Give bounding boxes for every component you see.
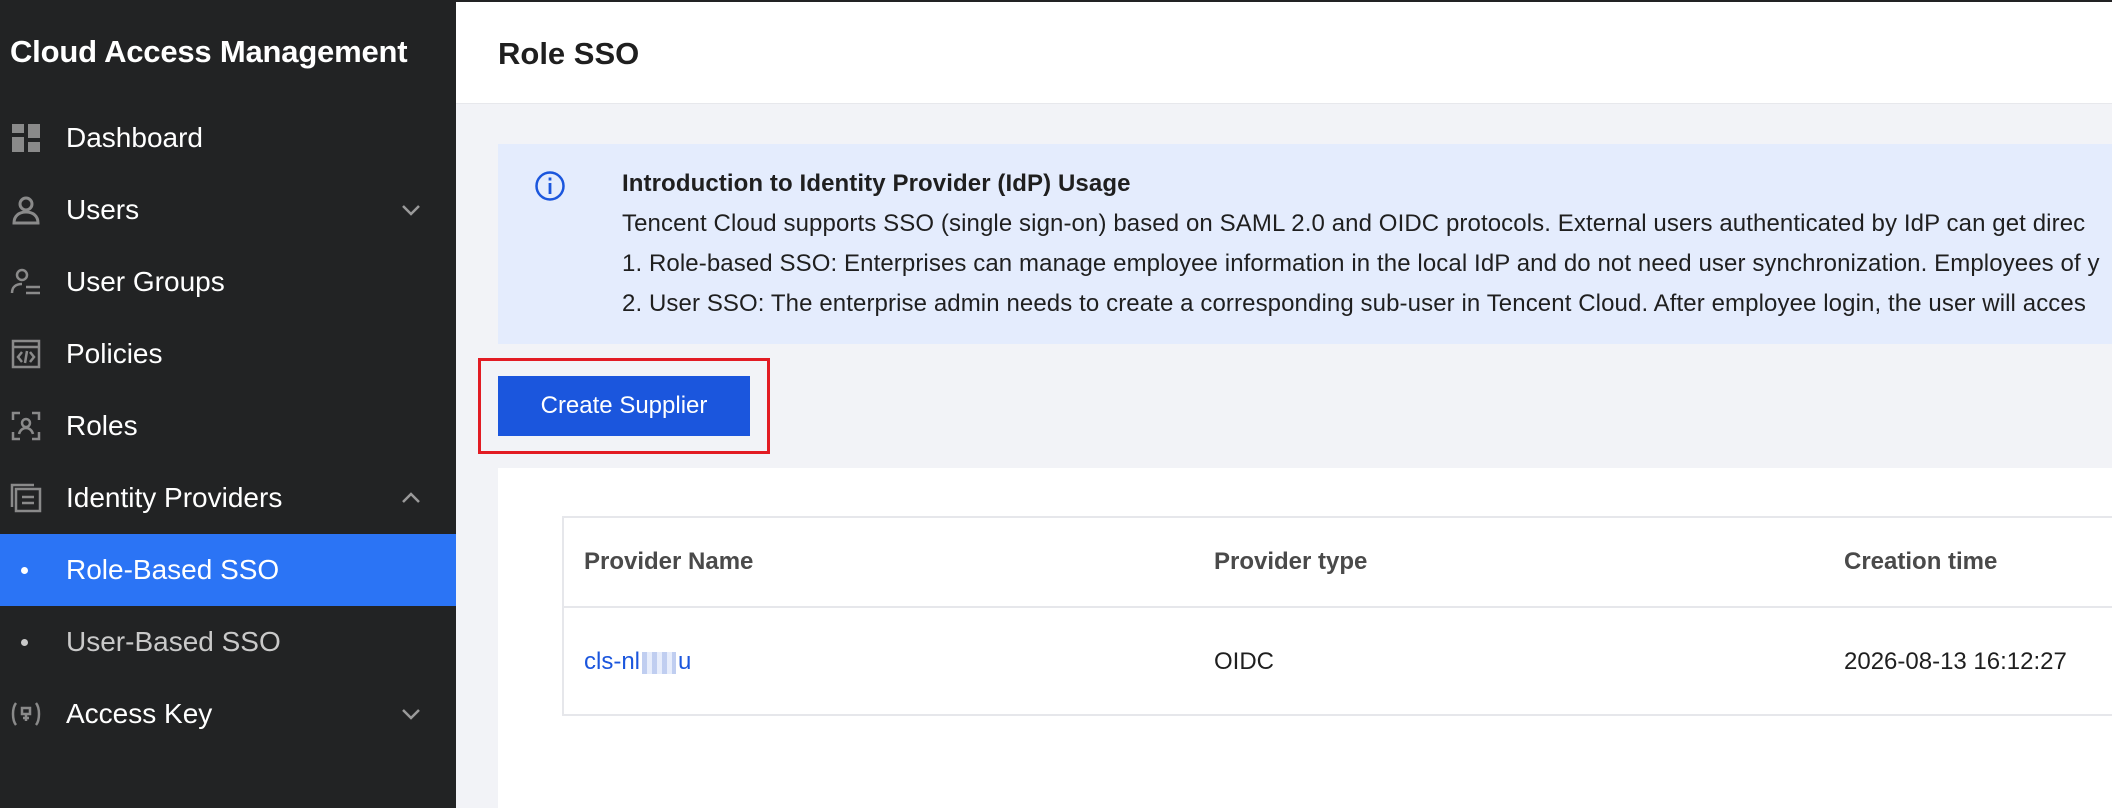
app-title: Cloud Access Management (10, 34, 408, 69)
main-content: Role SSO Introduction to Identity Provid… (456, 0, 2112, 808)
provider-type-cell: OIDC (1214, 648, 1274, 675)
provider-name-link[interactable]: cls-nl u (584, 648, 691, 676)
sidebar-item-label: Role-Based SSO (66, 554, 280, 585)
notice-line: 1. Role-based SSO: Enterprises can manag… (622, 250, 2100, 277)
sidebar-item-roles[interactable]: Roles (0, 390, 456, 462)
role-icon (10, 410, 42, 442)
sidebar-item-dashboard[interactable]: Dashboard (0, 102, 456, 174)
info-notice: Introduction to Identity Provider (IdP) … (498, 144, 2112, 344)
bullet-icon (21, 638, 28, 646)
sidebar-item-label: Access Key (66, 698, 213, 729)
redacted-mask (642, 651, 677, 674)
provider-panel: Provider Name Provider type Creation tim… (498, 468, 2112, 808)
user-icon (10, 194, 42, 226)
creation-time-cell: 2026-08-13 16:12:27 (1844, 648, 2067, 675)
dashboard-icon (10, 122, 42, 154)
sidebar-item-policies[interactable]: Policies (0, 318, 456, 390)
provider-table: Provider Name Provider type Creation tim… (562, 516, 2112, 716)
sidebar-item-label: Dashboard (66, 122, 203, 153)
create-supplier-button[interactable]: Create Supplier (498, 376, 750, 436)
notice-line: 2. User SSO: The enterprise admin needs … (622, 290, 2086, 317)
sidebar-item-user-groups[interactable]: User Groups (0, 246, 456, 318)
user-groups-icon (10, 266, 42, 298)
sidebar-item-label: Policies (66, 338, 163, 369)
column-header-creation-time: Creation time (1844, 548, 1998, 575)
info-icon (534, 170, 566, 202)
provider-name-suffix: u (678, 648, 692, 675)
chevron-down-icon (400, 703, 422, 725)
sidebar-item-role-based-sso[interactable]: Role-Based SSO (0, 534, 456, 606)
column-header-provider-type: Provider type (1214, 548, 1368, 575)
identity-provider-icon (10, 482, 42, 514)
sidebar-item-label: User-Based SSO (66, 626, 281, 657)
page-title: Role SSO (498, 36, 640, 71)
page-header: Role SSO (456, 0, 2112, 104)
policy-icon (10, 338, 42, 370)
notice-heading: Introduction to Identity Provider (IdP) … (622, 170, 1131, 197)
table-row: cls-nl u OIDC 2026-08-13 16:12:27 (564, 608, 2112, 716)
sidebar-item-label: Roles (66, 410, 138, 441)
sidebar: Cloud Access Management Dashboard Users … (0, 0, 456, 808)
sidebar-item-label: User Groups (66, 266, 225, 297)
chevron-down-icon (400, 199, 422, 221)
provider-name-prefix: cls-nl (584, 648, 641, 675)
sidebar-item-label: Identity Providers (66, 482, 283, 513)
sidebar-item-access-key[interactable]: Access Key (0, 678, 456, 750)
sidebar-item-identity-providers[interactable]: Identity Providers (0, 462, 456, 534)
table-header: Provider Name Provider type Creation tim… (564, 518, 2112, 608)
notice-line: Tencent Cloud supports SSO (single sign-… (622, 210, 2086, 237)
sidebar-item-user-based-sso[interactable]: User-Based SSO (0, 606, 456, 678)
bullet-icon (21, 566, 28, 574)
column-header-provider-name: Provider Name (584, 548, 754, 575)
chevron-up-icon (400, 487, 422, 509)
sidebar-item-users[interactable]: Users (0, 174, 456, 246)
access-key-icon (10, 698, 42, 730)
sidebar-item-label: Users (66, 194, 140, 225)
